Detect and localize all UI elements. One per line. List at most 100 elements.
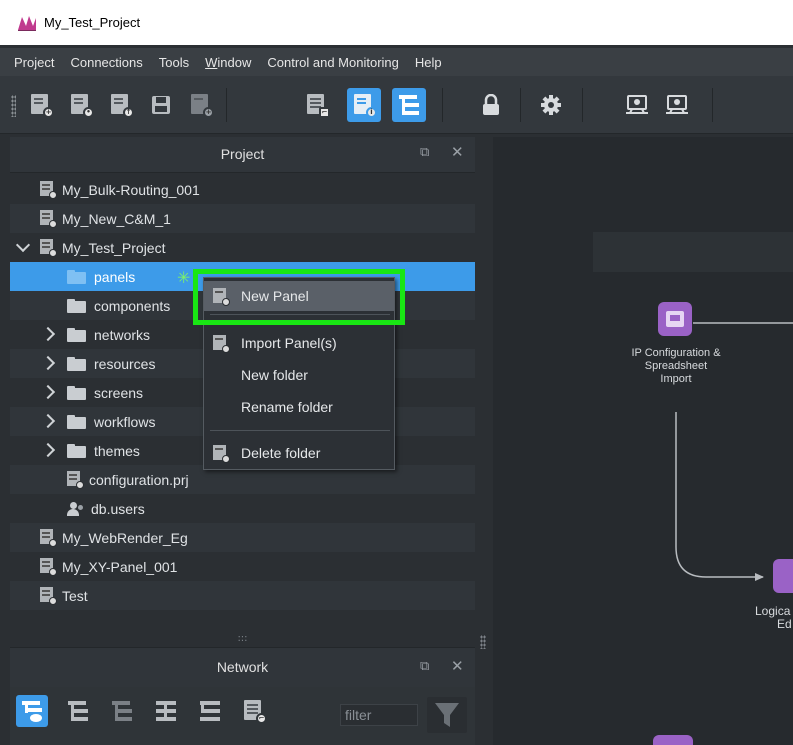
- save-all-button[interactable]: +: [184, 88, 218, 122]
- menu-connections[interactable]: Connections: [62, 55, 150, 70]
- vertical-splitter-grip[interactable]: [480, 635, 486, 649]
- chevron-right-icon[interactable]: [40, 442, 56, 458]
- tree-item-label: panels: [94, 268, 136, 285]
- monitor-network-icon: [666, 95, 688, 114]
- project-file-icon: [40, 529, 57, 547]
- network-port-icon: [666, 311, 684, 327]
- close-panel-icon[interactable]: ✕: [451, 657, 464, 675]
- diagnostics-icon: ⌐: [307, 94, 330, 118]
- new-project-icon: +: [31, 94, 54, 118]
- tree-item-label: Test: [62, 587, 88, 604]
- tree-item-project[interactable]: My_XY-Panel_001: [10, 552, 475, 581]
- project-file-icon: [40, 210, 57, 228]
- tree-item-label: My_XY-Panel_001: [62, 558, 178, 575]
- window-title-bar: My_Test_Project: [0, 0, 793, 45]
- project-file-icon: [40, 239, 57, 257]
- toolbar-grip[interactable]: [11, 95, 16, 117]
- tree-item-label: My_Test_Project: [62, 239, 166, 256]
- upload-project-button[interactable]: ↑: [104, 88, 138, 122]
- network-view-button[interactable]: [16, 695, 48, 727]
- tree-item-project[interactable]: My_Bulk-Routing_001: [10, 175, 475, 204]
- project-file-icon: [40, 558, 57, 576]
- import-project-button[interactable]: •: [64, 88, 98, 122]
- lock-icon: [483, 94, 499, 115]
- tree-item-file[interactable]: db.users: [10, 494, 475, 523]
- tree-align-button[interactable]: [150, 695, 182, 727]
- project-info-button[interactable]: i: [347, 88, 381, 122]
- network-panel-title: Network: [216, 659, 269, 675]
- new-folder-menu-item[interactable]: New folder: [204, 360, 394, 390]
- network-report-button[interactable]: ⌐: [238, 695, 270, 727]
- menu-help[interactable]: Help: [407, 55, 450, 70]
- chevron-down-icon[interactable]: [15, 237, 31, 253]
- logical-editor-node-label: Logica Ed: [755, 604, 792, 631]
- import-project-icon: •: [71, 94, 94, 118]
- project-panel-header: Project ⧉ ✕: [10, 137, 475, 173]
- tree-item-label: workflows: [94, 413, 156, 430]
- tree-item-label: resources: [94, 355, 156, 372]
- folder-icon: [67, 414, 86, 429]
- menu-project[interactable]: Project: [6, 55, 62, 70]
- logical-editor-node[interactable]: [773, 559, 793, 593]
- workflow-connectors: [675, 322, 793, 581]
- tree-item-label: My_WebRender_Eg: [62, 529, 188, 546]
- tree-item-label: screens: [94, 384, 144, 401]
- import-panel-icon: [213, 335, 230, 353]
- chevron-right-icon[interactable]: [40, 413, 56, 429]
- panel-splitter[interactable]: :::: [10, 630, 475, 647]
- tree-collapse-icon: [110, 699, 134, 723]
- menu-window[interactable]: Window: [197, 55, 259, 70]
- monitor-network-button[interactable]: [660, 88, 694, 122]
- tree-item-label: components: [94, 297, 171, 314]
- menu-item-label: Delete folder: [241, 445, 321, 461]
- network-toolbar: ⌐ filter: [10, 687, 475, 745]
- new-project-button[interactable]: +: [24, 88, 58, 122]
- users-icon: [67, 501, 85, 516]
- window-title: My_Test_Project: [44, 15, 141, 30]
- workflow-node-partial[interactable]: [653, 735, 693, 745]
- diagnostics-button[interactable]: ⌐: [300, 88, 334, 122]
- network-panel-header: Network ⧉ ✕: [10, 647, 475, 687]
- sparkle-icon: ✳: [177, 270, 191, 287]
- save-button[interactable]: [144, 88, 178, 122]
- tree-item-label: My_Bulk-Routing_001: [62, 181, 200, 198]
- tree-item-project[interactable]: My_Test_Project: [10, 233, 475, 262]
- folder-icon: [67, 298, 86, 313]
- network-filter-input[interactable]: filter: [340, 704, 418, 726]
- float-panel-icon[interactable]: ⧉: [420, 145, 429, 160]
- tree-item-label: db.users: [91, 500, 145, 517]
- settings-button[interactable]: [534, 88, 568, 122]
- network-tree-button[interactable]: [392, 88, 426, 122]
- close-panel-icon[interactable]: ✕: [451, 143, 464, 161]
- rename-folder-menu-item[interactable]: Rename folder: [204, 392, 394, 422]
- filter-button[interactable]: [427, 697, 467, 733]
- network-report-icon: ⌐: [244, 700, 267, 724]
- chevron-right-icon[interactable]: [40, 355, 56, 371]
- ip-configuration-node[interactable]: [658, 302, 692, 336]
- filter-icon: [435, 703, 459, 727]
- chevron-right-icon[interactable]: [40, 326, 56, 342]
- chevron-right-icon[interactable]: [40, 384, 56, 400]
- folder-icon: [67, 327, 86, 342]
- lock-button[interactable]: [474, 88, 508, 122]
- import-panels-menu-item[interactable]: Import Panel(s): [204, 328, 394, 358]
- tree-expand-button[interactable]: [62, 695, 94, 727]
- tree-item-project[interactable]: My_WebRender_Eg: [10, 523, 475, 552]
- float-panel-icon[interactable]: ⧉: [420, 659, 429, 674]
- tree-list-button[interactable]: [194, 695, 226, 727]
- tree-item-project[interactable]: My_New_C&M_1: [10, 204, 475, 233]
- workflow-canvas[interactable]: IP Configuration & Spreadsheet Import Lo…: [493, 137, 793, 745]
- network-tree-icon: [397, 93, 421, 117]
- monitor-connect-button[interactable]: [620, 88, 654, 122]
- menu-item-label: Import Panel(s): [241, 335, 337, 351]
- upload-project-icon: ↑: [111, 94, 134, 118]
- ip-configuration-node-label: IP Configuration & Spreadsheet Import: [631, 347, 721, 385]
- app-icon: [16, 14, 38, 32]
- menu-tools[interactable]: Tools: [151, 55, 197, 70]
- delete-folder-menu-item[interactable]: Delete folder: [204, 438, 394, 468]
- tree-item-label: networks: [94, 326, 151, 343]
- main-toolbar: + • ↑ + ⌐ i: [0, 76, 793, 134]
- tree-item-project[interactable]: Test: [10, 581, 475, 610]
- tree-collapse-button[interactable]: [106, 695, 138, 727]
- menu-control-and-monitoring[interactable]: Control and Monitoring: [259, 55, 407, 70]
